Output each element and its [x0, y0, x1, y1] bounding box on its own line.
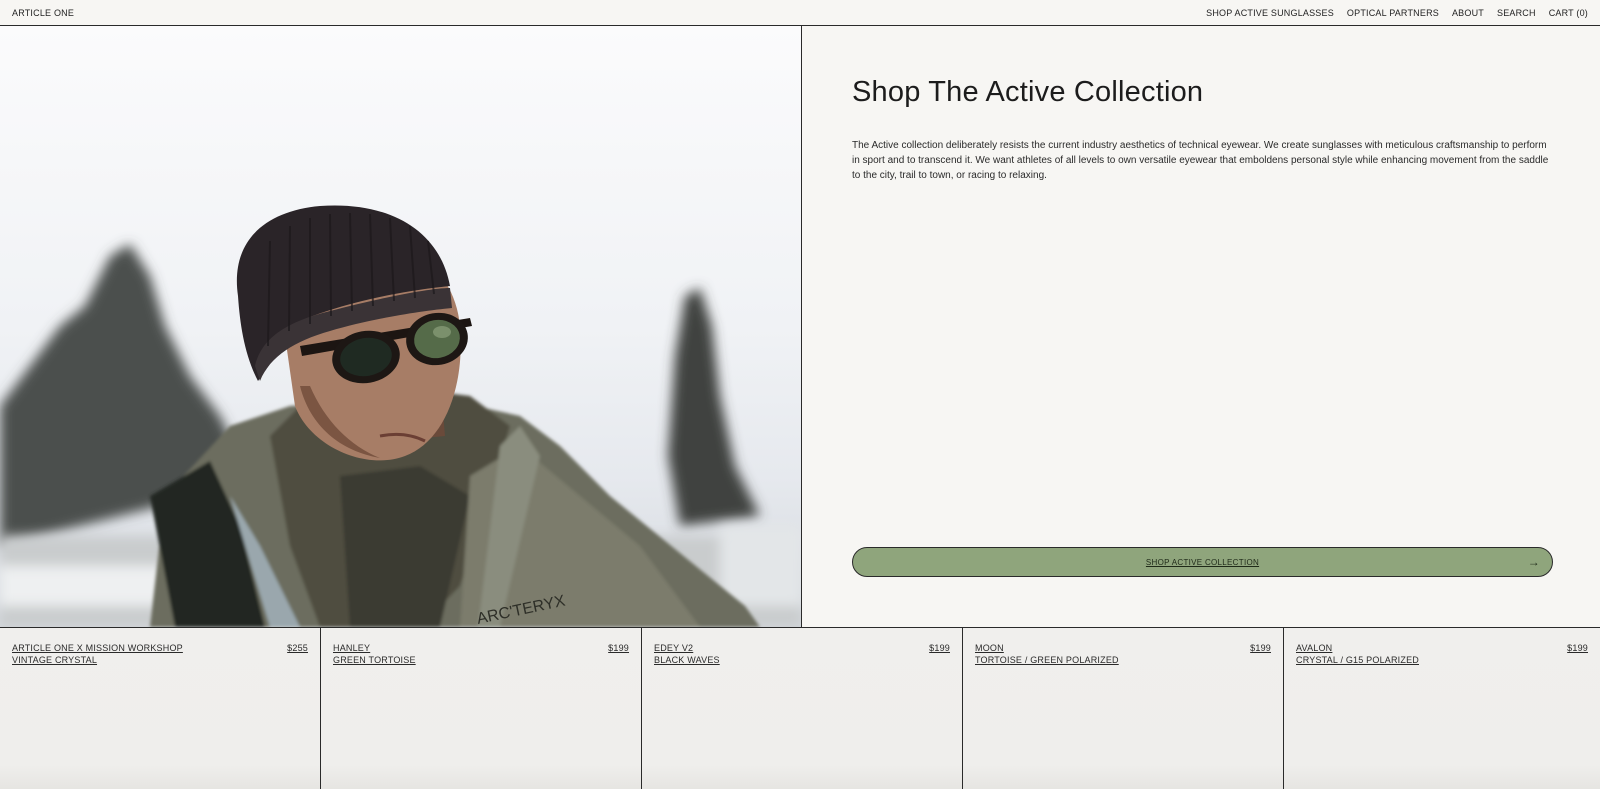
product-variant: TORTOISE / GREEN POLARIZED — [975, 655, 1119, 665]
product-card[interactable]: AVALON $199 CRYSTAL / G15 POLARIZED — [1284, 628, 1600, 789]
product-price: $199 — [608, 643, 629, 653]
cta-label: SHOP ACTIVE COLLECTION — [1145, 557, 1260, 567]
product-price: $199 — [1250, 643, 1271, 653]
product-name: EDEY V2 — [654, 643, 694, 653]
product-name: MOON — [975, 643, 1004, 653]
nav-shop-active-sunglasses[interactable]: SHOP ACTIVE SUNGLASSES — [1206, 8, 1334, 18]
sea-stack-right — [668, 288, 760, 526]
nav-links: SHOP ACTIVE SUNGLASSES OPTICAL PARTNERS … — [1206, 8, 1588, 18]
product-variant: BLACK WAVES — [654, 655, 720, 665]
product-price: $255 — [287, 643, 308, 653]
product-card[interactable]: HANLEY $199 GREEN TORTOISE — [321, 628, 642, 789]
nav-about[interactable]: ABOUT — [1452, 8, 1484, 18]
shop-active-collection-button[interactable]: SHOP ACTIVE COLLECTION → — [852, 547, 1553, 577]
product-variant: VINTAGE CRYSTAL — [12, 655, 98, 665]
hero-photo-illustration: ARC'TERYX — [0, 205, 801, 627]
collection-intro: Shop The Active Collection The Active co… — [803, 26, 1600, 627]
brand-logo-link[interactable]: ARTICLE ONE — [12, 8, 74, 18]
nav-search[interactable]: SEARCH — [1497, 8, 1536, 18]
product-card[interactable]: MOON $199 TORTOISE / GREEN POLARIZED — [963, 628, 1284, 789]
product-card[interactable]: ARTICLE ONE X MISSION WORKSHOP $255 VINTA… — [0, 628, 321, 789]
product-card[interactable]: EDEY V2 $199 BLACK WAVES — [642, 628, 963, 789]
nav-optical-partners[interactable]: OPTICAL PARTNERS — [1347, 8, 1439, 18]
product-name: AVALON — [1296, 643, 1333, 653]
product-price: $199 — [929, 643, 950, 653]
page-title: Shop The Active Collection — [852, 76, 1204, 108]
product-name: HANLEY — [333, 643, 371, 653]
top-nav: ARTICLE ONE SHOP ACTIVE SUNGLASSES OPTIC… — [0, 0, 1600, 26]
arrow-right-icon: → — [1527, 555, 1540, 569]
product-grid: ARTICLE ONE X MISSION WORKSHOP $255 VINTA… — [0, 627, 1600, 789]
person — [150, 386, 760, 627]
hero-image: ARC'TERYX — [0, 26, 802, 627]
product-variant: CRYSTAL / G15 POLARIZED — [1296, 655, 1419, 665]
collection-description: The Active collection deliberately resis… — [852, 140, 1549, 181]
product-price: $199 — [1567, 643, 1588, 653]
product-variant: GREEN TORTOISE — [333, 655, 416, 665]
nav-cart[interactable]: CART (0) — [1549, 8, 1588, 18]
product-name: ARTICLE ONE X MISSION WORKSHOP — [12, 643, 183, 653]
